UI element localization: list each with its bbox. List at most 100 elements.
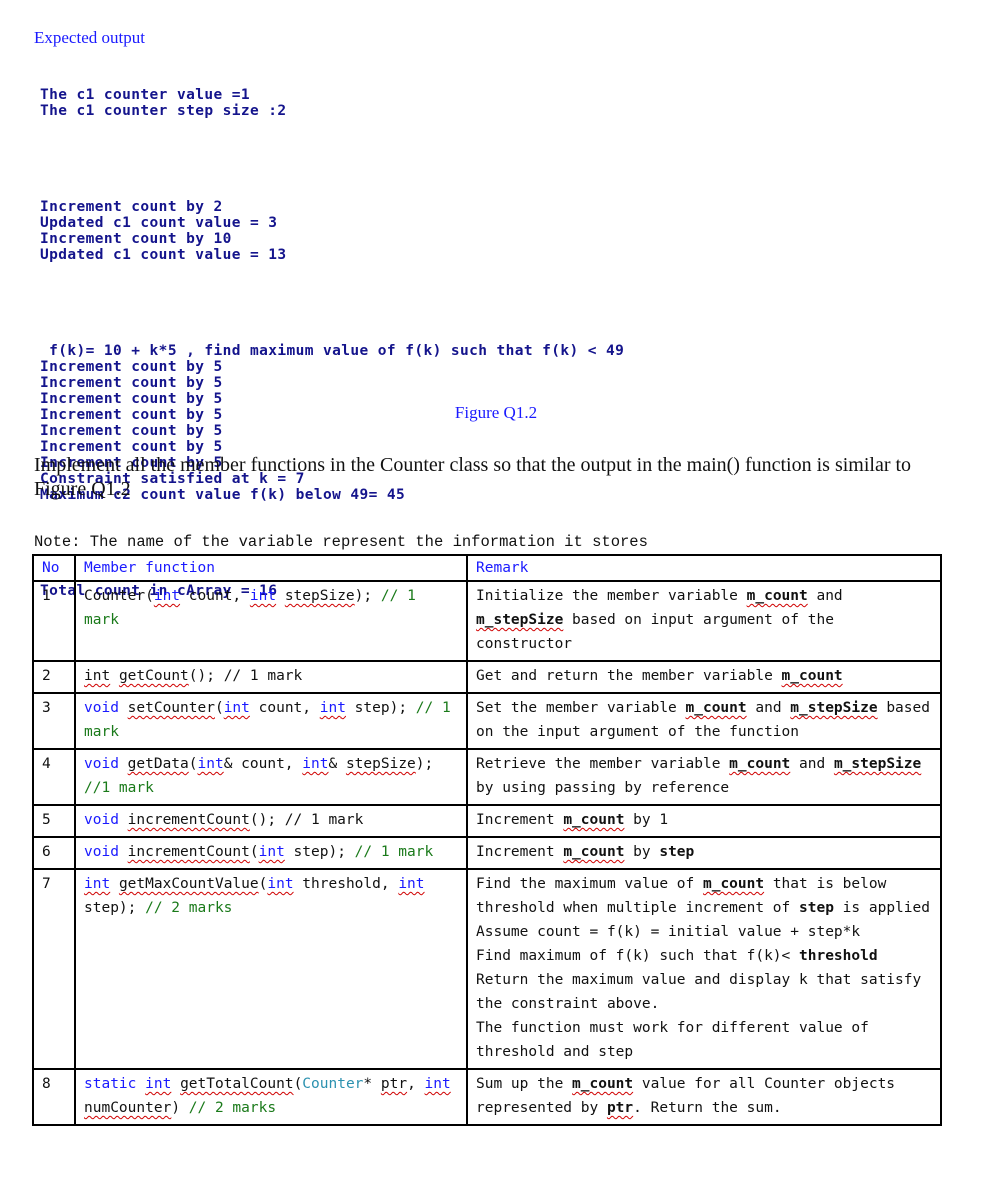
- text-run: m_count: [746, 588, 808, 604]
- text-run: // 1 mark: [354, 844, 434, 860]
- text-run: [119, 756, 128, 772]
- row-number: 8: [32, 1068, 76, 1126]
- member-function-signature: Counter(int count, int stepSize); // 1 m…: [74, 580, 468, 662]
- text-run: [110, 876, 119, 892]
- console-block-2: Increment count by 2 Updated c1 count val…: [40, 199, 624, 263]
- instruction-text: Implement all the member functions in th…: [34, 454, 912, 500]
- text-run: void: [84, 844, 119, 860]
- remark-cell: Find the maximum value of m_count that i…: [466, 868, 942, 1070]
- text-run: m_stepSize: [476, 612, 564, 628]
- text-run: Assume count = f(k) = initial value + st…: [476, 924, 861, 940]
- text-run: Counter(: [84, 588, 154, 604]
- remark-line: Return the maximum value and display k t…: [476, 968, 932, 1016]
- remark-cell: Initialize the member variable m_count a…: [466, 580, 942, 662]
- remark-cell: Get and return the member variable m_cou…: [466, 660, 942, 694]
- figure-caption: Figure Q1.2: [454, 403, 538, 422]
- text-run: ptr: [380, 1076, 408, 1092]
- text-run: [119, 700, 128, 716]
- row-number: 5: [32, 804, 76, 838]
- text-run: (: [214, 700, 224, 716]
- table-row: 1 Counter(int count, int stepSize); // 1 …: [32, 580, 942, 662]
- text-run: by using passing by reference: [476, 780, 730, 796]
- text-run: m_count: [685, 700, 747, 716]
- text-run: incrementCount: [127, 844, 250, 860]
- text-run: );: [415, 756, 434, 772]
- text-run: stepSize: [345, 756, 416, 772]
- text-run: static: [84, 1076, 137, 1092]
- text-run: [110, 668, 119, 684]
- console-line: Increment count by 5: [40, 423, 223, 439]
- text-run: int: [302, 756, 329, 772]
- text-run: count,: [249, 700, 320, 716]
- text-run: //1 mark: [84, 780, 154, 796]
- text-run: int: [84, 876, 111, 892]
- text-run: Find the maximum value of: [476, 876, 703, 892]
- text-run: int: [249, 588, 277, 604]
- text-run: threshold: [799, 948, 878, 964]
- remark-line: Retrieve the member variable m_count and…: [476, 752, 932, 800]
- text-run: *: [363, 1076, 381, 1092]
- table-row: 7 int getMaxCountValue(int threshold, int…: [32, 868, 942, 1070]
- text-run: and: [790, 756, 834, 772]
- text-run: count,: [180, 588, 250, 604]
- text-run: step);: [345, 700, 416, 716]
- console-line: Increment count by 5: [40, 359, 223, 375]
- text-run: &: [328, 756, 346, 772]
- text-run: Increment: [476, 844, 564, 860]
- remark-line: Sum up the m_count value for all Counter…: [476, 1072, 932, 1120]
- text-run: // 2 marks: [188, 1100, 277, 1116]
- remark-cell: Retrieve the member variable m_count and…: [466, 748, 942, 806]
- row-number: 3: [32, 692, 76, 750]
- table-row: 3 void setCounter(int count, int step); /…: [32, 692, 942, 750]
- text-run: threshold,: [293, 876, 399, 892]
- member-function-signature: int getMaxCountValue(int threshold, int …: [74, 868, 468, 1070]
- text-run: (: [188, 756, 198, 772]
- text-run: m_count: [729, 756, 791, 772]
- text-run: [276, 588, 285, 604]
- remark-line: The function must work for different val…: [476, 1016, 932, 1064]
- text-run: by 1: [624, 812, 669, 828]
- text-run: int: [319, 700, 346, 716]
- text-run: // 2 marks: [145, 900, 233, 916]
- console-line: Increment count by 10: [40, 231, 232, 247]
- header-remark: Remark: [466, 554, 942, 582]
- row-number: 7: [32, 868, 76, 1070]
- row-number: 4: [32, 748, 76, 806]
- text-run: m_count: [563, 844, 625, 860]
- remark-cell: Sum up the m_count value for all Counter…: [466, 1068, 942, 1126]
- console-line: Updated c1 count value = 3: [40, 215, 278, 231]
- member-function-signature: void setCounter(int count, int step); //…: [74, 692, 468, 750]
- text-run: m_count: [572, 1076, 634, 1092]
- text-run: getCount: [118, 668, 189, 684]
- console-line: Increment count by 5: [40, 375, 223, 391]
- text-run: void: [84, 812, 119, 828]
- text-run: by: [624, 844, 660, 860]
- text-run: Find maximum of f(k) such that f(k)<: [476, 948, 800, 964]
- remark-cell: Increment m_count by 1: [466, 804, 942, 838]
- text-run: and: [807, 588, 843, 604]
- console-block-1: The c1 counter value =1 The c1 counter st…: [40, 87, 624, 119]
- text-run: Return the maximum value and display k t…: [476, 972, 922, 1012]
- text-run: The function must work for different val…: [476, 1020, 869, 1060]
- text-run: step: [799, 900, 834, 916]
- text-run: stepSize: [284, 588, 355, 604]
- note-text: Note: The name of the variable represent…: [34, 533, 648, 551]
- text-run: m_count: [702, 876, 765, 892]
- text-run: int: [398, 876, 425, 892]
- table-row: 8 static int getTotalCount(Counter* ptr, …: [32, 1068, 942, 1126]
- text-run: step);: [284, 844, 355, 860]
- text-run: Initialize the member variable: [476, 588, 747, 604]
- text-run: m_stepSize: [833, 756, 922, 772]
- table-row: 6 void incrementCount(int step); // 1 mar…: [32, 836, 942, 870]
- row-number: 6: [32, 836, 76, 870]
- text-run: Retrieve the member variable: [476, 756, 730, 772]
- remark-line: Initialize the member variable m_count a…: [476, 584, 932, 656]
- remark-line: Find maximum of f(k) such that f(k)< thr…: [476, 944, 932, 968]
- console-line: The c1 counter step size :2: [40, 103, 287, 119]
- header-member-function: Member function: [74, 554, 468, 582]
- text-run: [119, 812, 128, 828]
- text-run: numCounter: [84, 1100, 172, 1116]
- text-run: ): [171, 1100, 189, 1116]
- member-function-signature: void incrementCount(); // 1 mark: [74, 804, 468, 838]
- text-run: Sum up the: [476, 1076, 573, 1092]
